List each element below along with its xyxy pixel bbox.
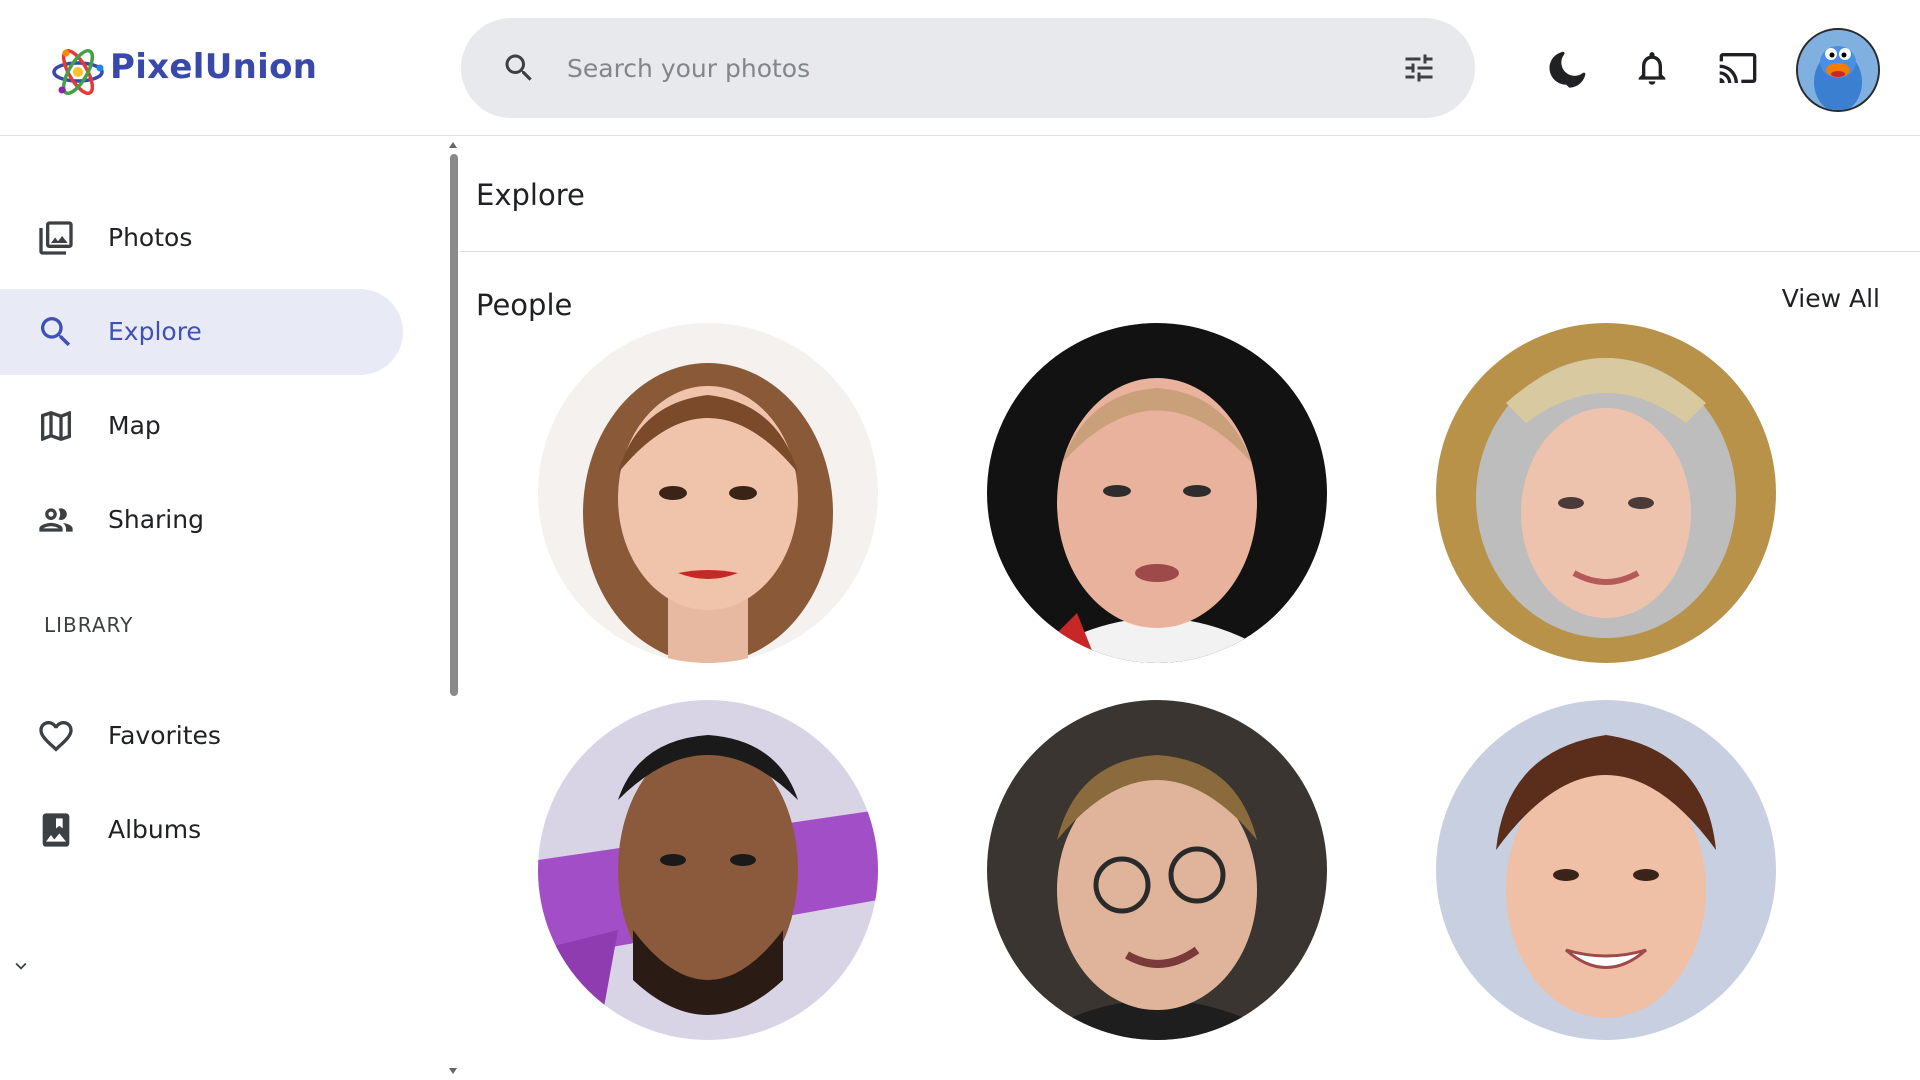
sidebar-item-label: Sharing	[108, 505, 204, 534]
bell-icon[interactable]	[1632, 48, 1672, 88]
chevron-down-icon[interactable]	[10, 955, 32, 977]
people-icon	[39, 508, 73, 532]
sidebar-item-label: Albums	[108, 815, 202, 844]
sidebar-item-photos[interactable]: Photos	[0, 195, 403, 281]
sidebar-item-map[interactable]: Map	[0, 383, 403, 469]
map-icon	[41, 411, 71, 441]
search-icon	[41, 317, 71, 347]
person-thumbnail[interactable]	[538, 323, 878, 663]
sidebar-item-label: Explore	[108, 317, 202, 346]
search-bar[interactable]	[461, 18, 1475, 118]
sidebar-item-label: Photos	[108, 223, 193, 252]
photos-icon	[39, 221, 73, 255]
pixelunion-logo-icon[interactable]	[50, 44, 106, 100]
app-name[interactable]: PixelUnion	[110, 50, 317, 84]
person-thumbnail[interactable]	[1436, 700, 1776, 1040]
main-content: Explore People View All	[460, 137, 1920, 1080]
album-icon	[42, 813, 70, 847]
scroll-down-arrow-icon[interactable]	[446, 1066, 460, 1076]
page-title: Explore	[476, 178, 585, 212]
sidebar: Photos Explore Map Sharing LIBRARY Favor…	[0, 137, 440, 1080]
person-thumbnail[interactable]	[987, 700, 1327, 1040]
search-icon[interactable]	[501, 50, 537, 86]
sidebar-item-albums[interactable]: Albums	[0, 787, 403, 873]
sidebar-item-favorites[interactable]: Favorites	[0, 693, 403, 779]
moon-icon[interactable]	[1546, 48, 1586, 88]
cast-icon[interactable]	[1718, 48, 1758, 88]
sidebar-item-explore[interactable]: Explore	[0, 289, 403, 375]
tune-icon[interactable]	[1401, 50, 1437, 86]
person-thumbnail[interactable]	[987, 323, 1327, 663]
scroll-up-arrow-icon[interactable]	[446, 140, 460, 150]
avatar[interactable]	[1796, 28, 1880, 112]
sidebar-item-label: Map	[108, 411, 161, 440]
view-all-link[interactable]: View All	[1782, 283, 1880, 315]
top-bar: PixelUnion	[0, 0, 1920, 136]
people-section-title: People	[476, 288, 573, 322]
heart-icon	[39, 721, 73, 752]
sidebar-item-label: Favorites	[108, 721, 221, 750]
search-input[interactable]	[565, 38, 1345, 98]
library-section-label: LIBRARY	[44, 613, 134, 637]
sidebar-item-sharing[interactable]: Sharing	[0, 477, 403, 563]
scrollbar-thumb[interactable]	[450, 154, 458, 696]
divider	[460, 251, 1920, 252]
person-thumbnail[interactable]	[538, 700, 878, 1040]
person-thumbnail[interactable]	[1436, 323, 1776, 663]
